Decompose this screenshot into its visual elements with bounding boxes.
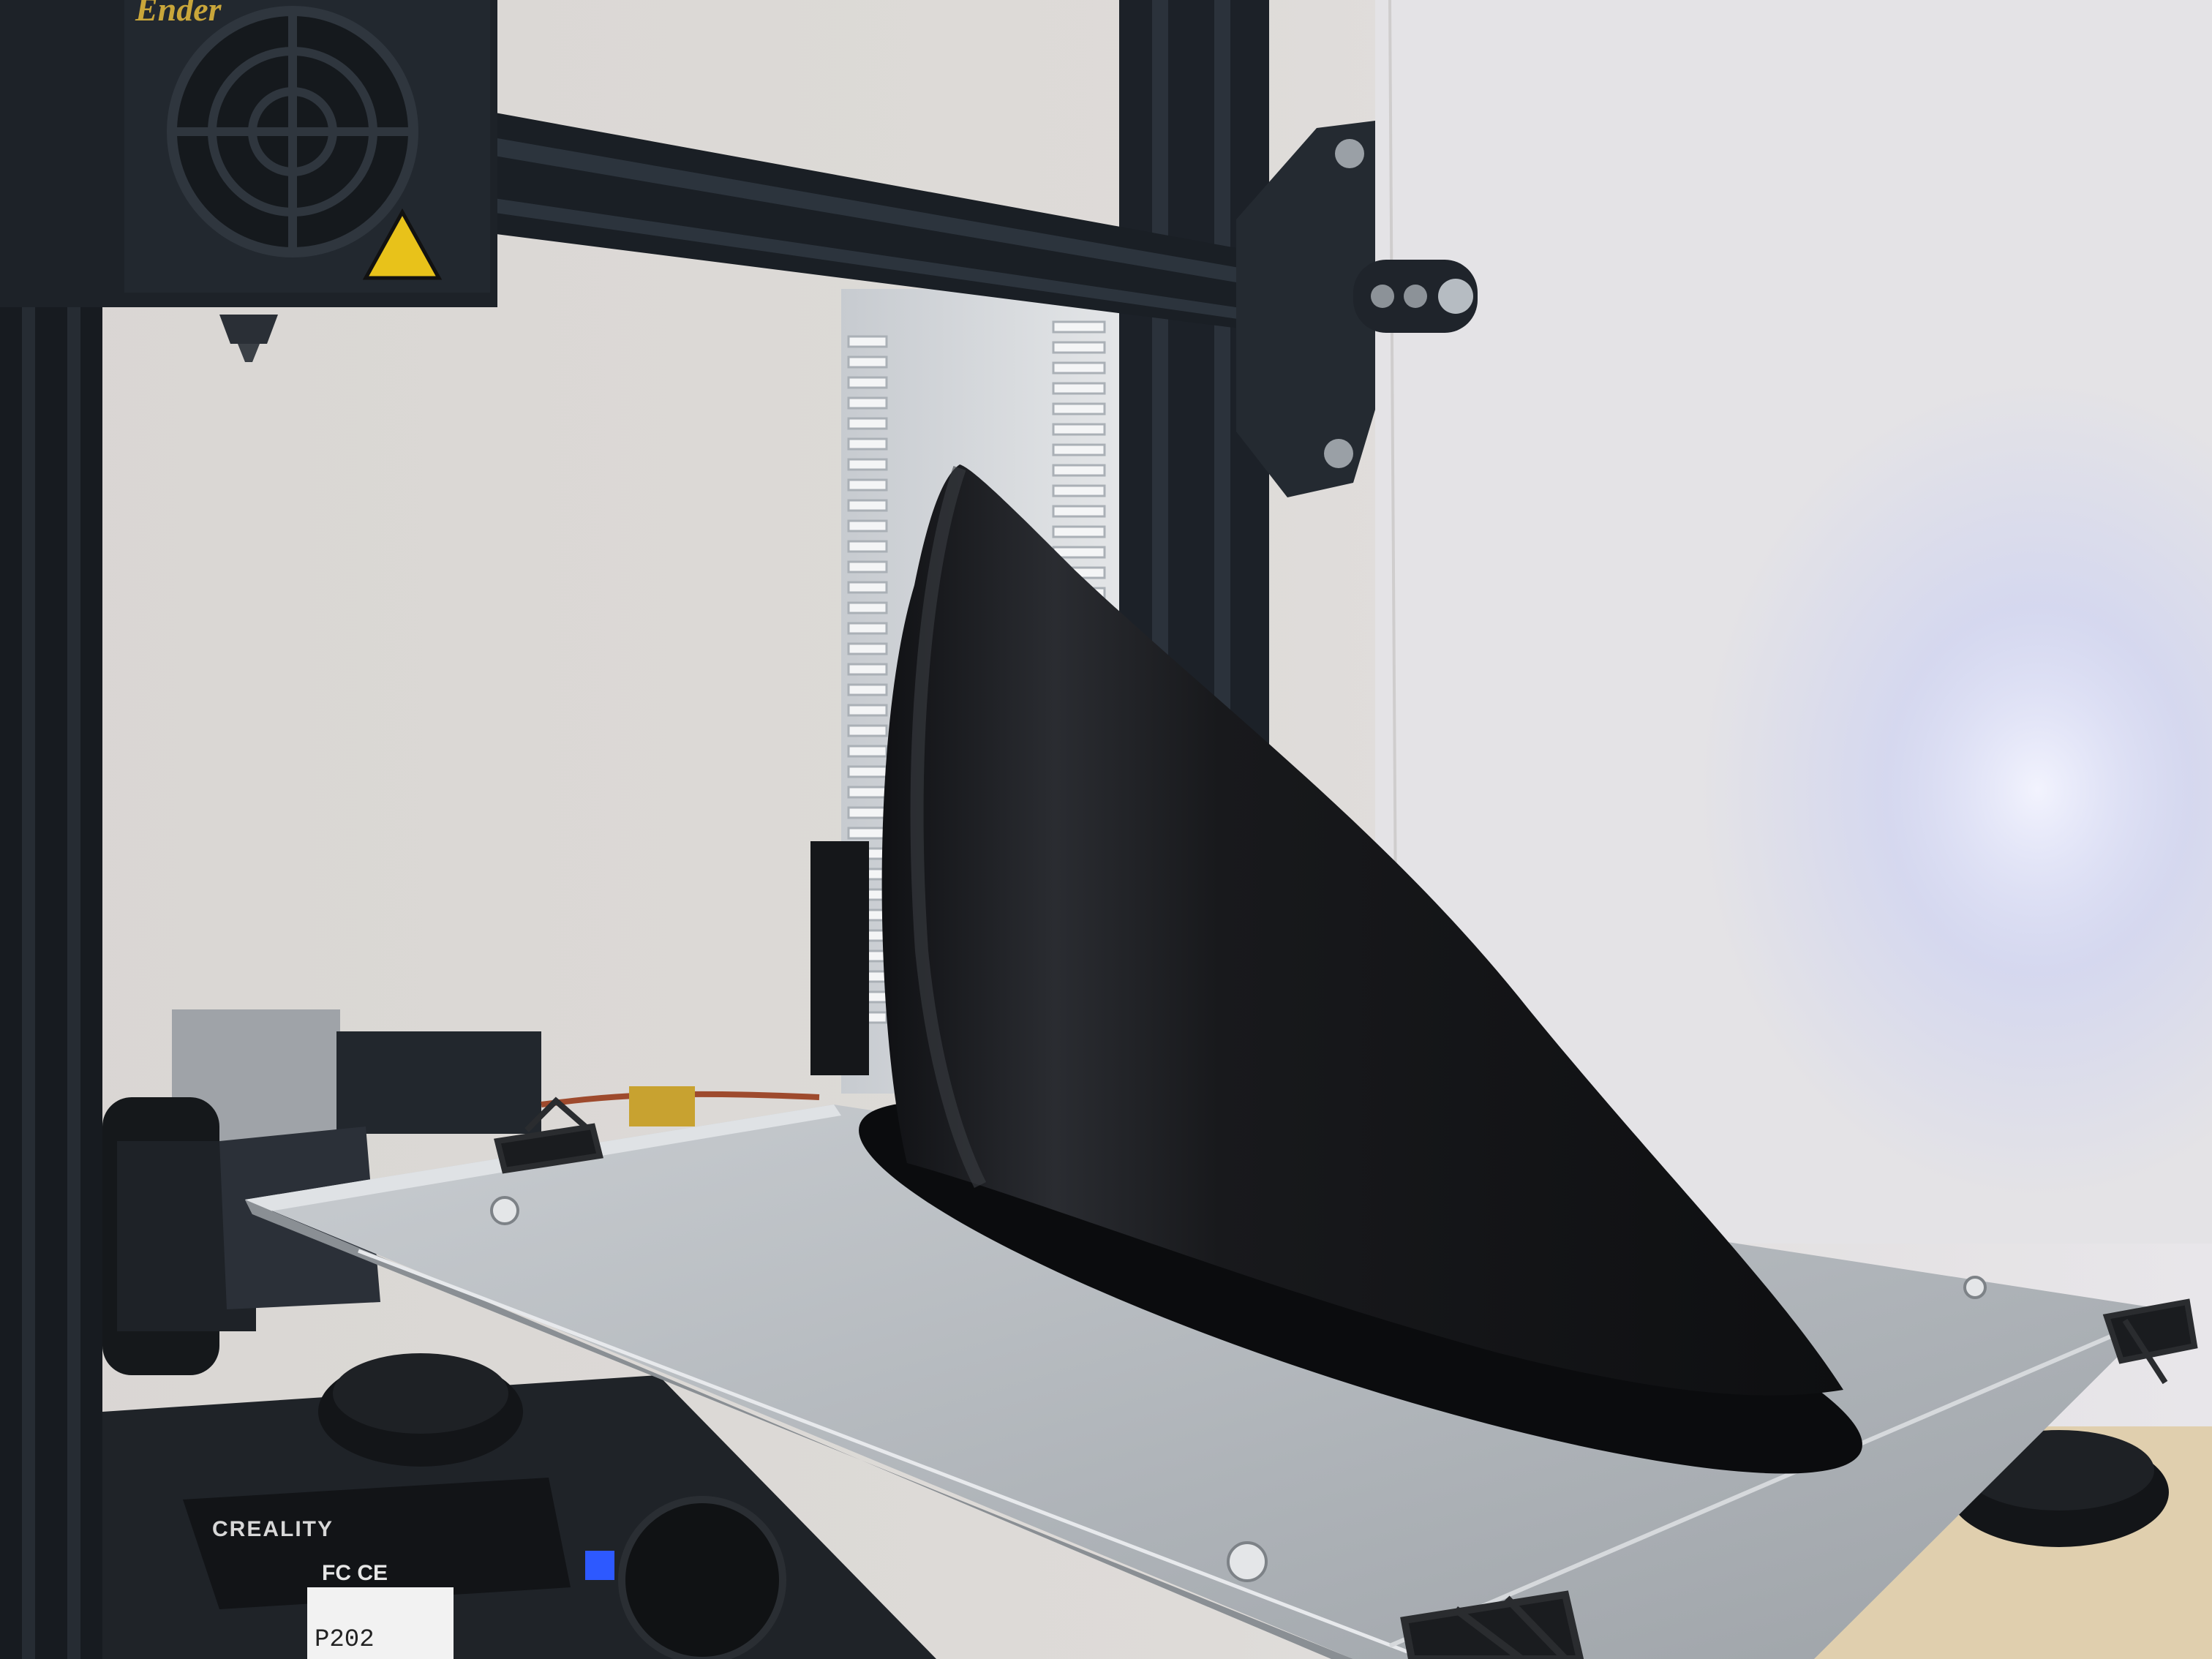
xt60-connector bbox=[629, 1086, 695, 1126]
printer-photo-scene: Ender CREALITY FC CE P202 bbox=[0, 0, 2212, 1659]
psu-vent-slot bbox=[847, 765, 888, 778]
psu-brand-label: CREALITY bbox=[212, 1517, 334, 1541]
psu-vent-slot bbox=[847, 704, 888, 717]
psu-vent-slot bbox=[847, 622, 888, 635]
psu-vent-slot bbox=[847, 478, 888, 492]
psu-vent-slot bbox=[1052, 546, 1106, 559]
psu-vent-slot bbox=[847, 560, 888, 573]
psu-vent-slot bbox=[1052, 341, 1106, 354]
printhead-brand-label: Ender bbox=[135, 0, 222, 28]
psu-vent-slot bbox=[1052, 320, 1106, 334]
psu-vent-slot bbox=[847, 827, 888, 840]
bed-screw-hole bbox=[1227, 1541, 1268, 1582]
psu-vent-slot bbox=[847, 519, 888, 533]
psu-vent-slot bbox=[1052, 423, 1106, 436]
psu-vent-slot bbox=[847, 417, 888, 430]
psu-vent-slot bbox=[847, 458, 888, 471]
psu-vent-slot bbox=[847, 601, 888, 614]
psu-vent-slot bbox=[847, 396, 888, 410]
psu-vent-slot bbox=[1052, 382, 1106, 395]
psu-vent-slot bbox=[847, 683, 888, 696]
psu-vent-slot bbox=[847, 663, 888, 676]
psu-vent-slot bbox=[847, 540, 888, 553]
bed-screw-hole bbox=[490, 1196, 519, 1225]
bed-screw-hole bbox=[1963, 1276, 1987, 1299]
psu-vent-slot bbox=[847, 806, 888, 819]
psu-vent-slot bbox=[1052, 464, 1106, 477]
belt-tensioner bbox=[1353, 260, 1478, 333]
psu-vent-slot bbox=[1052, 525, 1106, 538]
psu-vent-slot bbox=[847, 437, 888, 451]
psu-power-led bbox=[585, 1551, 614, 1580]
psu-cert-marks: FC CE bbox=[322, 1561, 388, 1585]
psu-vent-slot bbox=[847, 786, 888, 799]
psu-fan-grille bbox=[618, 1496, 786, 1659]
psu-vent-slot bbox=[1052, 443, 1106, 456]
psu-vent-slot bbox=[847, 376, 888, 389]
psu-vent-slot bbox=[847, 335, 888, 348]
psu-vent-slot bbox=[847, 724, 888, 737]
psu-vent-slot bbox=[847, 356, 888, 369]
psu-vent-slot bbox=[847, 745, 888, 758]
psu-vent-slot bbox=[847, 642, 888, 655]
psu-vent-slot bbox=[1052, 484, 1106, 497]
psu-serial-label: P202 bbox=[315, 1626, 375, 1654]
psu-vent-slot bbox=[1052, 402, 1106, 415]
psu-vent-slot bbox=[847, 499, 888, 512]
psu-vent-slot bbox=[1052, 505, 1106, 518]
psu-vent-slot bbox=[847, 581, 888, 594]
psu-vent-slot bbox=[1052, 361, 1106, 375]
